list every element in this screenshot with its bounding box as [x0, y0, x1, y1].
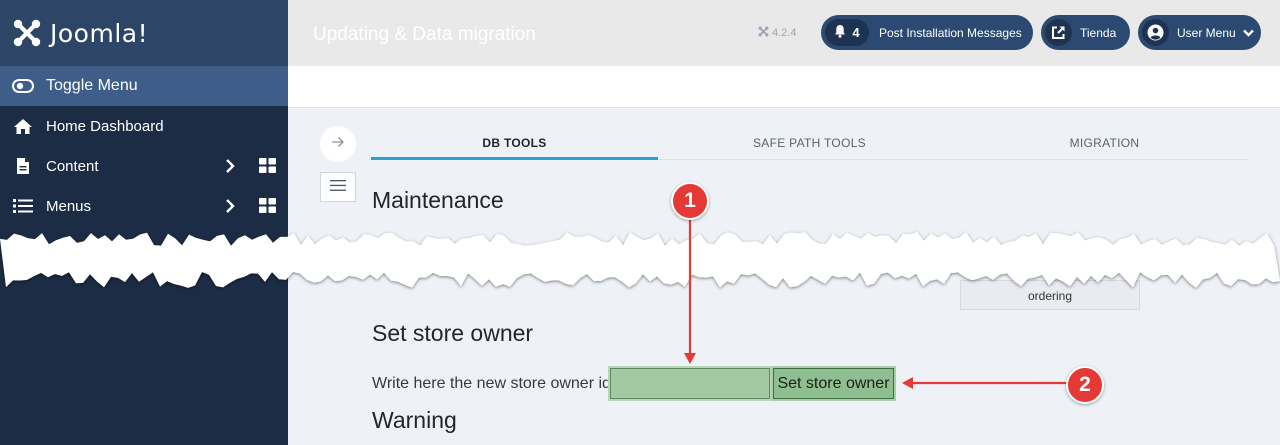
callout-marker-1: 1	[671, 182, 709, 220]
callout-marker-2: 2	[1066, 366, 1104, 404]
